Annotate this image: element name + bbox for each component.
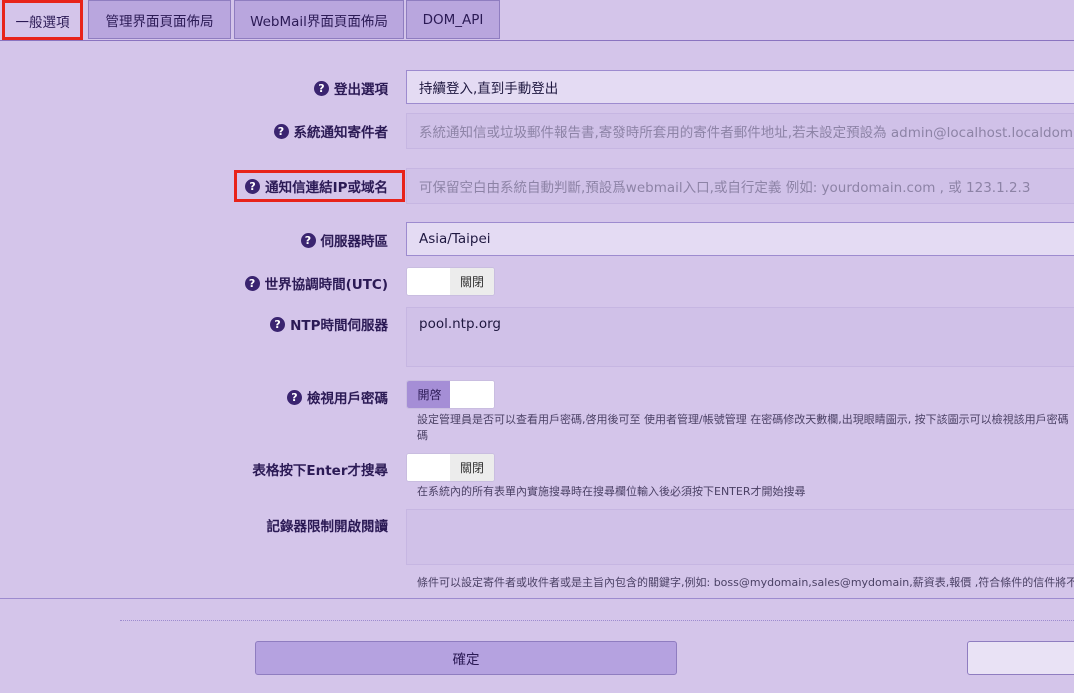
enter-search-hint: 在系統內的所有表單內實施搜尋時在搜尋欄位輸入後必須按下ENTER才開始搜尋 bbox=[417, 485, 806, 498]
tab-admin-layout[interactable]: 管理界面頁面佈局 bbox=[88, 0, 231, 39]
view-password-toggle[interactable]: 開啓 bbox=[406, 380, 495, 409]
timezone-select[interactable]: Asia/Taipei bbox=[406, 222, 1074, 256]
toggle-state: 開啓 bbox=[407, 381, 452, 408]
toggle-state: 關閉 bbox=[450, 454, 494, 481]
notify-sender-input[interactable]: 系統通知信或垃圾郵件報告書,寄發時所套用的寄件者郵件地址,若未設定預設為 adm… bbox=[406, 113, 1074, 149]
enter-search-toggle[interactable]: 關閉 bbox=[406, 453, 495, 482]
timezone-select-value: Asia/Taipei bbox=[419, 231, 491, 247]
footer-dotted-divider bbox=[120, 620, 1074, 621]
footer-divider bbox=[0, 598, 1074, 599]
question-circle-icon[interactable]: ? bbox=[273, 123, 289, 139]
toggle-state: 關閉 bbox=[450, 268, 494, 295]
logout-select[interactable]: 持續登入,直到手動登出 bbox=[406, 70, 1074, 104]
question-circle-icon[interactable]: ? bbox=[270, 316, 286, 332]
logout-label: ? 登出選項 bbox=[314, 78, 388, 98]
tab-webmail-layout[interactable]: WebMail界面頁面佈局 bbox=[234, 0, 404, 39]
notify-link-input[interactable]: 可保留空白由系統自動判斷,預設爲webmail入口,或自行定義 例如: your… bbox=[406, 168, 1074, 204]
notify-link-label: ? 通知信連結IP或域名 bbox=[234, 170, 405, 202]
question-circle-icon[interactable]: ? bbox=[244, 275, 260, 291]
toggle-knob bbox=[407, 268, 452, 295]
ntp-label: ? NTP時間伺服器 bbox=[270, 314, 388, 334]
logger-limit-hint: 條件可以設定寄件者或收件者或是主旨內包含的關鍵字,例如: boss@mydoma… bbox=[417, 576, 1074, 589]
toggle-knob bbox=[407, 454, 452, 481]
timezone-label: ? 伺服器時區 bbox=[300, 230, 389, 250]
utc-label-text: 世界協調時間(UTC) bbox=[264, 277, 388, 293]
logger-limit-label-text: 記錄器限制開啟閱讀 bbox=[266, 519, 389, 535]
notify-sender-label: ? 系統通知寄件者 bbox=[273, 121, 389, 141]
logout-label-text: 登出選項 bbox=[334, 82, 388, 98]
secondary-button[interactable] bbox=[967, 641, 1074, 675]
view-password-label: ? 檢視用戶密碼 bbox=[287, 387, 388, 407]
tab-dom-api[interactable]: DOM_API bbox=[406, 0, 500, 39]
ntp-textarea[interactable]: pool.ntp.org bbox=[406, 307, 1074, 367]
tab-general[interactable]: 一般選項 bbox=[2, 0, 83, 40]
confirm-button[interactable]: 確定 bbox=[255, 641, 677, 675]
timezone-label-text: 伺服器時區 bbox=[320, 234, 389, 250]
enter-search-label-text: 表格按下Enter才搜尋 bbox=[252, 463, 388, 479]
enter-search-label: 表格按下Enter才搜尋 bbox=[252, 459, 388, 479]
question-circle-icon[interactable]: ? bbox=[245, 178, 261, 194]
logger-limit-textarea[interactable] bbox=[406, 509, 1074, 565]
toggle-knob bbox=[450, 381, 494, 408]
notify-link-label-text: 通知信連結IP或域名 bbox=[265, 180, 388, 196]
view-password-hint: 設定管理員是否可以查看用戶密碼,啓用後可至 使用者管理/帳號管理 在密碼修改天數… bbox=[417, 413, 1069, 426]
view-password-hint-cont: 碼 bbox=[417, 429, 428, 442]
utc-label: ? 世界協調時間(UTC) bbox=[244, 273, 388, 293]
utc-toggle[interactable]: 關閉 bbox=[406, 267, 495, 296]
question-circle-icon[interactable]: ? bbox=[300, 232, 316, 248]
notify-link-placeholder: 可保留空白由系統自動判斷,預設爲webmail入口,或自行定義 例如: your… bbox=[419, 180, 1031, 196]
logger-limit-label: 記錄器限制開啟閱讀 bbox=[267, 515, 389, 535]
notify-sender-placeholder: 系統通知信或垃圾郵件報告書,寄發時所套用的寄件者郵件地址,若未設定預設為 adm… bbox=[419, 125, 1073, 141]
tab-bar: 一般選項 管理界面頁面佈局 WebMail界面頁面佈局 DOM_API bbox=[0, 0, 1074, 41]
ntp-value: pool.ntp.org bbox=[419, 316, 501, 332]
question-circle-icon[interactable]: ? bbox=[314, 80, 329, 96]
view-password-label-text: 檢視用戶密碼 bbox=[307, 391, 388, 407]
logout-select-value: 持續登入,直到手動登出 bbox=[419, 81, 559, 97]
notify-sender-label-text: 系統通知寄件者 bbox=[293, 125, 389, 141]
ntp-label-text: NTP時間伺服器 bbox=[290, 318, 388, 334]
question-circle-icon[interactable]: ? bbox=[287, 389, 302, 405]
